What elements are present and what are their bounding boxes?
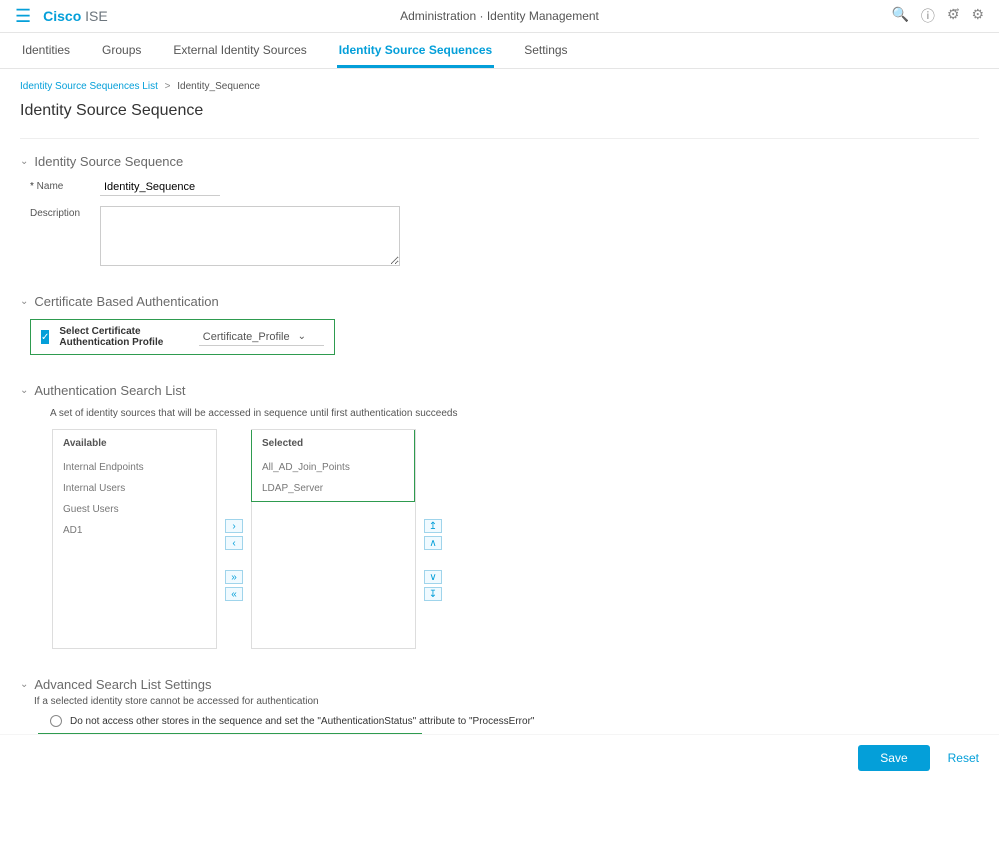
page-separator <box>20 138 979 139</box>
section-title-2: Certificate Based Authentication <box>34 294 218 309</box>
save-button[interactable]: Save <box>858 745 929 771</box>
section-auth-search-list: ⌄ Authentication Search List A set of id… <box>20 383 979 649</box>
brand: Cisco ISE <box>43 8 108 24</box>
page-title: Identity Source Sequence <box>20 102 979 128</box>
selected-listbox: Selected All_AD_Join_Points LDAP_Server <box>251 429 416 649</box>
list-item[interactable]: Internal Endpoints <box>63 457 216 478</box>
chevron-down-icon: ⌄ <box>20 679 28 690</box>
list-item[interactable]: AD1 <box>63 520 216 541</box>
radio-label-1: Do not access other stores in the sequen… <box>70 716 534 727</box>
page-context: Administration · Identity Management <box>400 9 599 23</box>
list-item[interactable]: Guest Users <box>63 499 216 520</box>
tab-groups[interactable]: Groups <box>100 33 143 68</box>
section-head-4[interactable]: ⌄ Advanced Search List Settings <box>20 677 979 692</box>
section-certificate-auth: ⌄ Certificate Based Authentication ✓ Sel… <box>20 294 979 355</box>
search-list-note: A set of identity sources that will be a… <box>50 408 979 419</box>
move-right-button[interactable]: › <box>225 519 243 533</box>
section-head-3[interactable]: ⌄ Authentication Search List <box>20 383 979 398</box>
tab-settings[interactable]: Settings <box>522 33 569 68</box>
move-up-button[interactable]: ∧ <box>424 536 442 550</box>
move-left-button[interactable]: ‹ <box>225 536 243 550</box>
cert-label: Select Certificate Authentication Profil… <box>59 326 168 348</box>
description-label: Description <box>30 206 100 219</box>
move-bottom-button[interactable]: ↧ <box>424 587 442 601</box>
list-item[interactable]: LDAP_Server <box>262 478 415 499</box>
tab-external-identity-sources[interactable]: External Identity Sources <box>171 33 308 68</box>
breadcrumb-current: Identity_Sequence <box>177 81 260 92</box>
chevron-down-icon: ⌄ <box>20 296 28 307</box>
radio-process-error[interactable] <box>50 715 62 727</box>
name-label: Name <box>30 179 100 192</box>
radio-option-1[interactable]: Do not access other stores in the sequen… <box>50 715 979 727</box>
top-icons: 🔍 ⓘ ⚙⃗ ⚙ <box>891 6 984 26</box>
breadcrumb-root[interactable]: Identity Source Sequences List <box>20 81 158 92</box>
section-title-4: Advanced Search List Settings <box>34 677 211 692</box>
breadcrumb: Identity Source Sequences List > Identit… <box>20 81 979 92</box>
chevron-down-icon: ⌄ <box>20 385 28 396</box>
list-item[interactable]: All_AD_Join_Points <box>262 457 415 478</box>
selected-title: Selected <box>252 430 415 457</box>
footer: Save Reset <box>0 734 999 781</box>
order-arrows: ↥ ∧ ∨ ↧ <box>424 519 442 601</box>
brand-bold: Cisco <box>43 8 81 24</box>
brand-light: ISE <box>81 8 107 24</box>
name-input[interactable] <box>100 179 220 196</box>
topbar: ☰ Cisco ISE Administration · Identity Ma… <box>0 0 999 33</box>
description-input[interactable] <box>100 206 400 266</box>
tabs: Identities Groups External Identity Sour… <box>0 33 999 69</box>
section-title-1: Identity Source Sequence <box>34 154 183 169</box>
move-all-left-button[interactable]: « <box>225 587 243 601</box>
tab-identities[interactable]: Identities <box>20 33 72 68</box>
settings-icon[interactable]: ⚙ <box>971 6 984 26</box>
cert-highlight-box: ✓ Select Certificate Authentication Prof… <box>30 319 335 355</box>
selected-body[interactable]: All_AD_Join_Points LDAP_Server <box>252 457 415 648</box>
chevron-down-icon: ⌄ <box>20 156 28 167</box>
move-down-button[interactable]: ∨ <box>424 570 442 584</box>
list-item[interactable]: Internal Users <box>63 478 216 499</box>
description-row: Description <box>20 206 979 266</box>
available-title: Available <box>53 430 216 457</box>
available-body[interactable]: Internal Endpoints Internal Users Guest … <box>53 457 216 648</box>
menu-icon[interactable]: ☰ <box>15 6 31 27</box>
section-head-1[interactable]: ⌄ Identity Source Sequence <box>20 154 979 169</box>
section-title-3: Authentication Search List <box>34 383 185 398</box>
move-arrows: › ‹ » « <box>225 519 243 601</box>
dual-list: Available Internal Endpoints Internal Us… <box>52 429 979 649</box>
help-icon[interactable]: ⓘ <box>921 6 935 26</box>
advanced-note: If a selected identity store cannot be a… <box>34 696 979 707</box>
cert-checkbox[interactable]: ✓ <box>41 330 49 344</box>
move-top-button[interactable]: ↥ <box>424 519 442 533</box>
cert-profile-dropdown[interactable]: Certificate_Profile <box>199 329 324 346</box>
section-identity-source-sequence: ⌄ Identity Source Sequence Name Descript… <box>20 154 979 266</box>
tab-identity-source-sequences[interactable]: Identity Source Sequences <box>337 33 494 68</box>
breadcrumb-sep: > <box>165 81 171 92</box>
search-icon[interactable]: 🔍 <box>891 6 908 26</box>
move-all-right-button[interactable]: » <box>225 570 243 584</box>
reset-button[interactable]: Reset <box>948 745 979 771</box>
available-listbox: Available Internal Endpoints Internal Us… <box>52 429 217 649</box>
tools-icon[interactable]: ⚙⃗ <box>947 6 960 26</box>
name-row: Name <box>20 179 979 196</box>
section-head-2[interactable]: ⌄ Certificate Based Authentication <box>20 294 979 309</box>
